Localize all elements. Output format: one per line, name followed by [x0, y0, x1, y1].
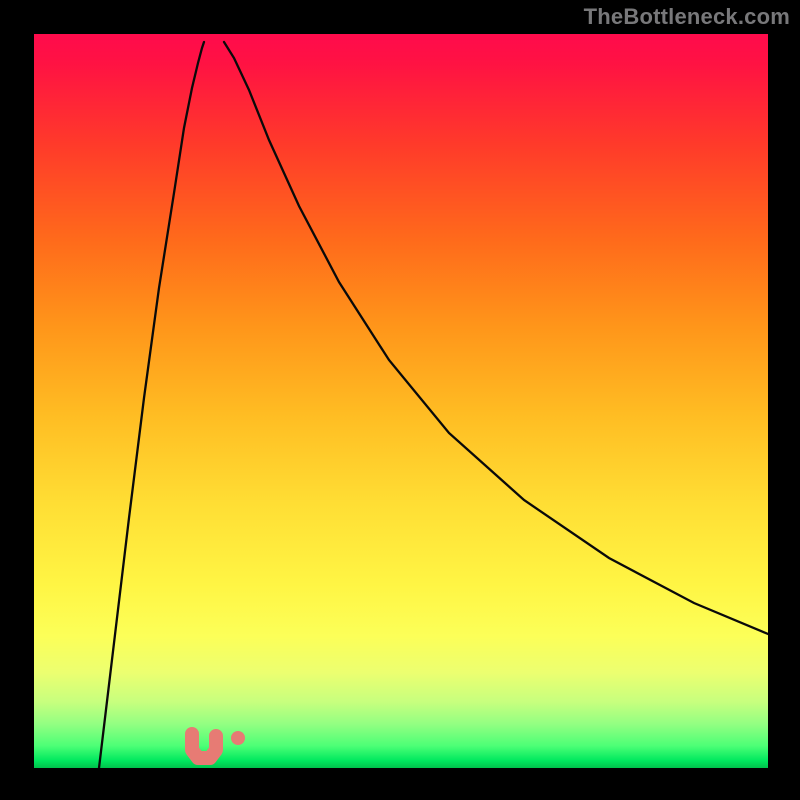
- left-curve: [99, 42, 204, 768]
- plot-area: [34, 34, 768, 768]
- chart-svg: [34, 34, 768, 768]
- chart-frame: TheBottleneck.com: [0, 0, 800, 800]
- right-curve: [224, 42, 768, 634]
- watermark-text: TheBottleneck.com: [584, 4, 790, 30]
- marker-dot-icon: [231, 731, 245, 745]
- minimum-marker-icon: [192, 734, 216, 758]
